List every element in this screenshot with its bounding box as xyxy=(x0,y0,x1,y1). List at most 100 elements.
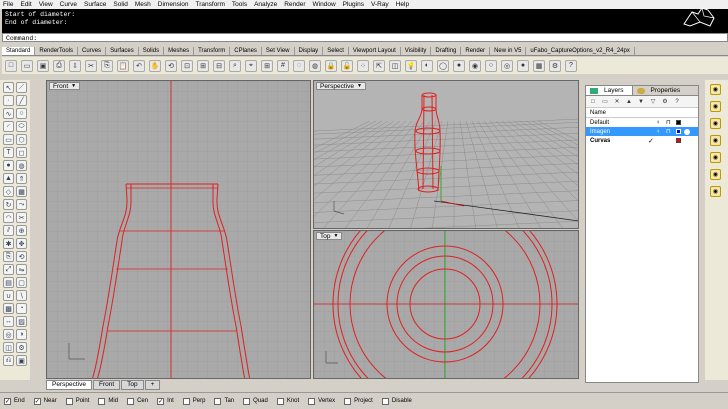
shaded-icon[interactable]: ● xyxy=(453,59,465,72)
osnap-int[interactable]: ✓ Int xyxy=(157,397,174,405)
osnap-project[interactable]: Project xyxy=(344,397,373,405)
viewport-label-front[interactable]: Front ▼ xyxy=(49,82,81,90)
rotate-tool-icon[interactable]: ⟲ xyxy=(16,251,27,262)
toolbar-tab-cplanes[interactable]: CPlanes xyxy=(230,47,262,55)
tab-layers[interactable]: Layers xyxy=(586,86,633,95)
hide-icon[interactable]: ◌ xyxy=(293,59,305,72)
checkbox[interactable] xyxy=(381,397,389,405)
analyze-tool-icon[interactable]: ◔ xyxy=(16,303,27,314)
menu-item-solid[interactable]: Solid xyxy=(113,1,127,8)
osnap-end[interactable]: ✓ End xyxy=(4,397,25,405)
checkbox[interactable]: ✓ xyxy=(4,397,11,405)
select-tool-icon[interactable]: ↖ xyxy=(3,82,14,93)
layer-tool-icon[interactable]: ◉ xyxy=(710,101,721,112)
loft-tool-icon[interactable]: ◇ xyxy=(3,186,14,197)
import-icon[interactable]: ⇩ xyxy=(69,59,81,72)
material-icon[interactable]: ◉ xyxy=(710,135,721,146)
menu-item-plugins[interactable]: Plugins xyxy=(343,1,364,8)
osnap-perp[interactable]: Perp xyxy=(182,397,205,405)
viewport-tab-top[interactable]: Top xyxy=(121,380,144,390)
surface-tool-icon[interactable]: ▦ xyxy=(16,186,27,197)
mirror-tool-icon[interactable]: ⇋ xyxy=(16,264,27,275)
scale-tool-icon[interactable]: ⤢ xyxy=(3,264,14,275)
properties-tool-icon[interactable]: ⚙ xyxy=(16,342,27,353)
menu-item-view[interactable]: View xyxy=(39,1,53,8)
menu-item-transform[interactable]: Transform xyxy=(196,1,225,8)
layer-row-curvas[interactable]: Curvas ✓ xyxy=(586,136,698,145)
new-sublayer-icon[interactable]: ▭ xyxy=(601,98,609,106)
line-tool-icon[interactable]: ╱ xyxy=(16,95,27,106)
circle-tool-icon[interactable]: ○ xyxy=(16,108,27,119)
checkbox[interactable] xyxy=(182,397,190,405)
osnap-vertex[interactable]: Vertex xyxy=(308,397,335,405)
lock-icon[interactable]: ⊓ xyxy=(666,119,671,126)
checkbox[interactable] xyxy=(127,397,135,405)
text-tool-icon[interactable]: T xyxy=(3,147,14,158)
menu-item-curve[interactable]: Curve xyxy=(60,1,77,8)
cone-tool-icon[interactable]: ▲ xyxy=(3,173,14,184)
toolbar-tab-visibility[interactable]: Visibility xyxy=(401,47,432,55)
point-tool-icon[interactable]: · xyxy=(3,95,14,106)
ghosted-icon[interactable]: ○ xyxy=(485,59,497,72)
pan-icon[interactable]: ✋ xyxy=(149,59,161,72)
toolbar-tab-viewport-layout[interactable]: Viewport Layout xyxy=(349,47,401,55)
checkbox[interactable]: ✓ xyxy=(33,397,41,405)
osnap-knot[interactable]: Knot xyxy=(276,397,299,405)
menu-item-surface[interactable]: Surface xyxy=(84,1,106,8)
menu-item-window[interactable]: Window xyxy=(313,1,336,8)
environment-icon[interactable]: ◉ xyxy=(710,186,721,197)
zoom-window-icon[interactable]: ⊡ xyxy=(181,59,193,72)
toolbar-tab-meshes[interactable]: Meshes xyxy=(164,47,195,55)
menu-item-dimension[interactable]: Dimension xyxy=(158,1,189,8)
extrude-tool-icon[interactable]: ⇑ xyxy=(16,173,27,184)
checkbox[interactable]: ✓ xyxy=(157,397,165,405)
layer-row-imagen[interactable]: Imagen ♀ ⊓ xyxy=(586,127,698,136)
checkbox[interactable] xyxy=(276,397,284,405)
four-viewports-icon[interactable]: ⊞ xyxy=(261,59,273,72)
ellipse-tool-icon[interactable]: ⬭ xyxy=(16,121,27,132)
lightbulb-icon[interactable]: ♀ xyxy=(656,129,661,135)
viewport-tab-front[interactable]: Front xyxy=(92,380,121,390)
move-down-icon[interactable]: ▼ xyxy=(637,98,645,106)
dropdown-arrow-icon[interactable]: ▼ xyxy=(71,83,76,90)
menu-item-analyze[interactable]: Analyze xyxy=(254,1,277,8)
osnap-cen[interactable]: Cen xyxy=(127,397,148,405)
zoom-extents-icon[interactable]: ⊞ xyxy=(197,59,209,72)
viewport-perspective[interactable]: Perspective ▼ xyxy=(313,80,579,229)
dimension-tool-icon[interactable]: ↔ xyxy=(3,316,14,327)
help-icon[interactable]: ? xyxy=(673,98,681,106)
explode-tool-icon[interactable]: ✱ xyxy=(3,238,14,249)
menu-item-tools[interactable]: Tools xyxy=(232,1,247,8)
viewport-label-top[interactable]: Top ▼ xyxy=(316,232,343,240)
menu-item-help[interactable]: Help xyxy=(396,1,409,8)
filter-icon[interactable]: ▽ xyxy=(649,98,657,106)
boolean-diff-tool-icon[interactable]: ∖ xyxy=(16,290,27,301)
object-snap-icon[interactable]: ◉ xyxy=(710,84,721,95)
trim-tool-icon[interactable]: ✂ xyxy=(16,212,27,223)
settings-icon[interactable]: ⚙ xyxy=(661,98,669,106)
toolbar-tab-transform[interactable]: Transform xyxy=(194,47,231,55)
new-file-icon[interactable]: □ xyxy=(5,59,17,72)
zoom-selected-icon[interactable]: ⊟ xyxy=(213,59,225,72)
toolbar-tab-new-in-v5[interactable]: New in V5 xyxy=(490,47,527,55)
dropdown-arrow-icon[interactable]: ▼ xyxy=(333,233,338,240)
command-input[interactable]: Command: xyxy=(2,33,728,42)
move-up-icon[interactable]: ▲ xyxy=(625,98,633,106)
viewport-label-perspective[interactable]: Perspective ▼ xyxy=(316,82,366,90)
copy-icon[interactable]: ⎘ xyxy=(101,59,113,72)
paste-icon[interactable]: 📋 xyxy=(117,59,129,72)
sphere-icon[interactable]: ● xyxy=(517,59,529,72)
unlock-icon[interactable]: 🔓 xyxy=(341,59,353,72)
layer-tool-icon[interactable]: ◫ xyxy=(3,342,14,353)
array-tool-icon[interactable]: ▤ xyxy=(3,277,14,288)
cylinder-tool-icon[interactable]: ◍ xyxy=(16,160,27,171)
toolbar-tab-standard[interactable]: Standard xyxy=(2,47,36,55)
tab-properties[interactable]: Properties xyxy=(633,86,689,95)
mesh-tool-icon[interactable]: ▩ xyxy=(3,303,14,314)
move-tool-icon[interactable]: ✥ xyxy=(16,238,27,249)
checkbox[interactable] xyxy=(65,397,73,405)
polygon-tool-icon[interactable]: ⬡ xyxy=(16,134,27,145)
checkbox[interactable] xyxy=(308,397,316,405)
curve-tool-icon[interactable]: ∿ xyxy=(3,108,14,119)
menu-item-file[interactable]: File xyxy=(3,1,13,8)
